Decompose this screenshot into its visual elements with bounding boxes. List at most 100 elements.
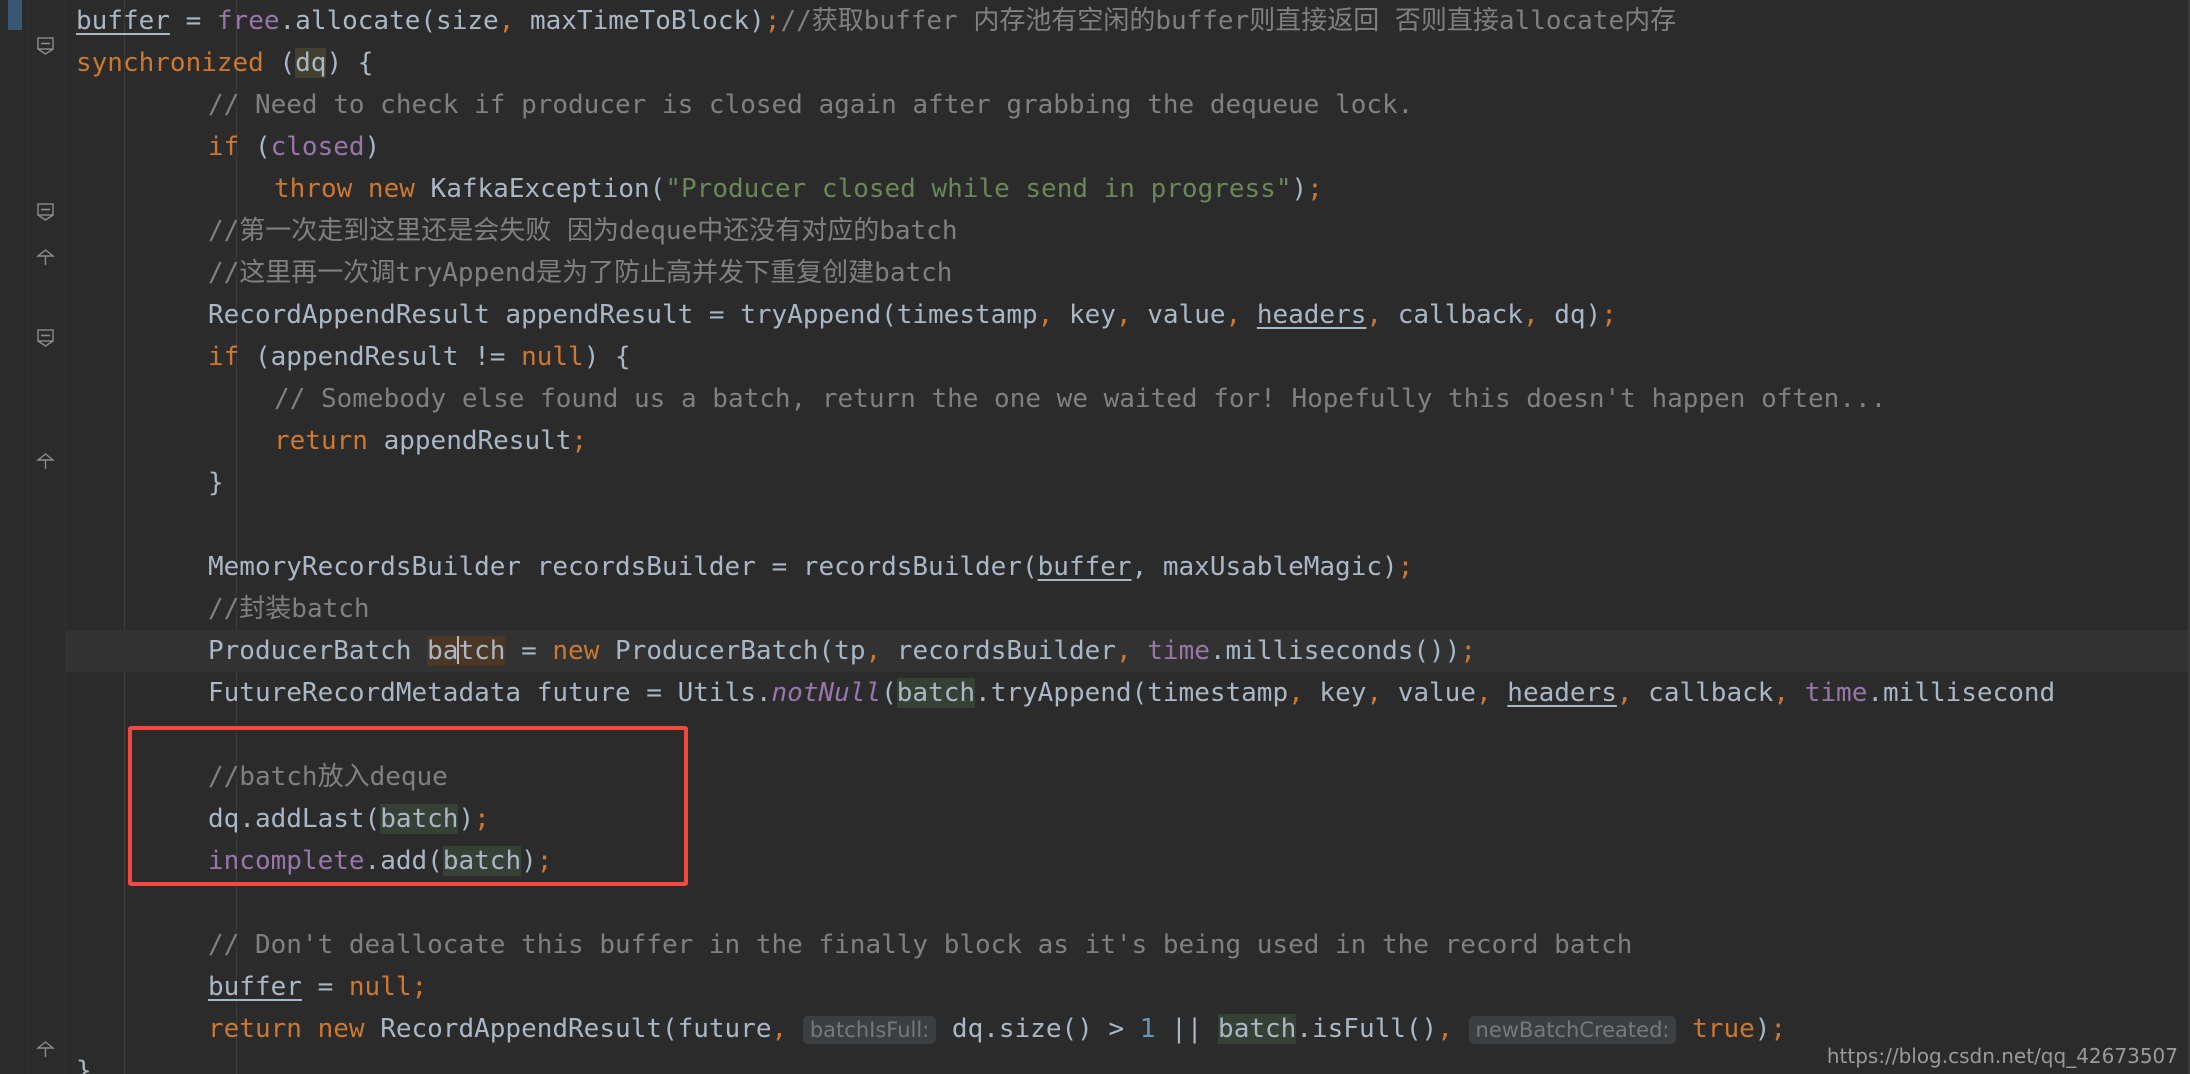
code-token: ,	[1773, 678, 1790, 708]
vcs-annotation-gutter[interactable]	[0, 0, 28, 1074]
code-token: if	[208, 342, 255, 372]
code-editor-window: buffer = free.allocate(size, maxTimeToBl…	[0, 0, 2190, 1074]
fold-collapse-icon[interactable]	[36, 202, 55, 221]
code-token: ,	[1115, 636, 1132, 666]
code-token: FutureRecordMetadata future = Utils.	[208, 678, 772, 708]
code-token: ,	[1437, 1014, 1453, 1044]
code-token: ) {	[583, 342, 631, 372]
code-line[interactable]: RecordAppendResult appendResult = tryApp…	[66, 294, 2190, 336]
code-token: batch	[380, 804, 459, 834]
code-token: ,	[1366, 300, 1383, 330]
code-token: .millisecond	[1867, 678, 2056, 708]
fold-collapse-icon[interactable]	[36, 36, 55, 55]
vcs-changed-line-marker[interactable]	[8, 0, 22, 30]
code-token: notNull	[771, 678, 882, 708]
code-token: dq)	[1538, 300, 1602, 330]
code-token: }	[76, 1056, 92, 1074]
code-token: headers	[1256, 300, 1367, 330]
code-token: // Somebody else found us a batch, retur…	[274, 384, 1887, 414]
code-token: ,	[1366, 678, 1383, 708]
code-token: tch	[458, 636, 506, 666]
code-line[interactable]: // Need to check if producer is closed a…	[66, 84, 2190, 126]
code-token: ;	[1601, 300, 1617, 330]
code-token: ,	[1115, 300, 1132, 330]
code-token: buffer	[1037, 552, 1132, 582]
code-token: ;	[571, 426, 588, 456]
code-line[interactable]: buffer = null;	[66, 966, 2190, 1008]
code-text-area[interactable]: buffer = free.allocate(size, maxTimeToBl…	[66, 0, 2190, 1074]
fold-region-end-icon[interactable]	[36, 452, 55, 471]
code-token: =	[505, 636, 553, 666]
code-token: newBatchCreated:	[1468, 1016, 1677, 1044]
code-token: value	[1131, 300, 1226, 330]
code-line[interactable]: //封装batch	[66, 588, 2190, 630]
code-token: null	[348, 972, 412, 1002]
code-token: }	[208, 468, 224, 498]
code-token: (appendResult	[254, 342, 475, 372]
code-line[interactable]: throw new KafkaException("Producer close…	[66, 168, 2190, 210]
code-line[interactable]: ProducerBatch batch = new ProducerBatch(…	[66, 630, 2190, 672]
code-token: headers	[1507, 678, 1617, 708]
code-line[interactable]: FutureRecordMetadata future = Utils.notN…	[66, 672, 2190, 714]
code-line[interactable]: if (appendResult != null) {	[66, 336, 2190, 378]
code-line[interactable]	[66, 714, 2190, 756]
code-token: .add(	[364, 846, 443, 876]
code-token: )	[521, 846, 537, 876]
code-token: batch	[896, 678, 976, 708]
code-token: ,	[865, 636, 882, 666]
code-token: .isFull()	[1296, 1014, 1438, 1044]
code-token: ba	[427, 636, 459, 666]
code-line[interactable]: synchronized (dq) {	[66, 42, 2190, 84]
code-token: ;	[411, 972, 428, 1002]
code-token: buffer	[76, 6, 170, 36]
code-folding-gutter[interactable]	[28, 0, 66, 1074]
code-token: callback	[1382, 300, 1523, 330]
code-line[interactable]	[66, 882, 2190, 924]
code-line[interactable]: // Don't deallocate this buffer in the f…	[66, 924, 2190, 966]
code-line[interactable]: dq.addLast(batch);	[66, 798, 2190, 840]
code-token: RecordAppendResult appendResult = tryApp…	[208, 300, 1038, 330]
code-token: recordsBuilder	[881, 636, 1116, 666]
code-token: batchIsFull:	[802, 1016, 937, 1044]
code-token: appendResult	[383, 426, 572, 456]
code-token: time	[1147, 636, 1210, 666]
code-token: ,	[1037, 300, 1054, 330]
code-token: .milliseconds())	[1209, 636, 1461, 666]
fold-region-end-icon[interactable]	[36, 248, 55, 267]
code-token: ;	[474, 804, 490, 834]
code-token: //获取buffer 内存池有空闲的buffer则直接返回 否则直接alloca…	[780, 6, 1677, 36]
code-token: value	[1382, 678, 1476, 708]
code-line[interactable]: //batch放入deque	[66, 756, 2190, 798]
code-token: synchronized	[76, 48, 280, 78]
code-token: ;	[1460, 636, 1476, 666]
code-line[interactable]: incomplete.add(batch);	[66, 840, 2190, 882]
fold-collapse-icon[interactable]	[36, 328, 55, 347]
code-token: null	[521, 342, 584, 372]
code-token: //第一次走到这里还是会失败 因为deque中还没有对应的batch	[208, 216, 958, 246]
code-line[interactable]: MemoryRecordsBuilder recordsBuilder = re…	[66, 546, 2190, 588]
code-token: closed	[270, 132, 365, 162]
code-token: new	[552, 636, 616, 666]
code-line[interactable]: // Somebody else found us a batch, retur…	[66, 378, 2190, 420]
code-line[interactable]: if (closed)	[66, 126, 2190, 168]
code-line[interactable]: //第一次走到这里还是会失败 因为deque中还没有对应的batch	[66, 210, 2190, 252]
code-line[interactable]: buffer = free.allocate(size, maxTimeToBl…	[66, 0, 2190, 42]
code-line[interactable]: //这里再一次调tryAppend是为了防止高并发下重复创建batch	[66, 252, 2190, 294]
code-token: )	[1754, 1014, 1771, 1044]
code-token: (	[279, 48, 296, 78]
code-line[interactable]	[66, 504, 2190, 546]
code-token: ,	[771, 1014, 788, 1044]
code-line[interactable]: }	[66, 462, 2190, 504]
code-line[interactable]: return appendResult;	[66, 420, 2190, 462]
fold-region-end-icon[interactable]	[36, 1040, 55, 1059]
code-token: )	[458, 804, 475, 834]
code-token: !=	[474, 342, 506, 372]
code-token: >	[1108, 1014, 1125, 1044]
code-token: batch	[442, 846, 522, 876]
code-token: "Producer closed while send in progress"	[665, 174, 1292, 204]
